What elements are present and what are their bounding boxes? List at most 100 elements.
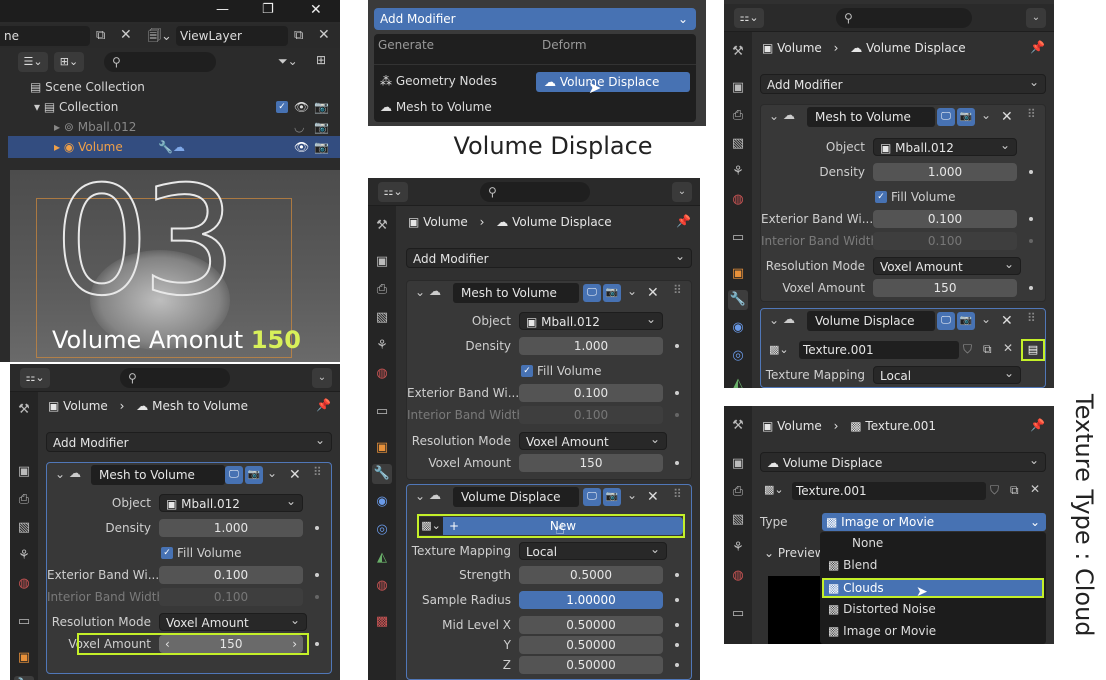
- center-constraints-tab-icon[interactable]: ◭: [372, 548, 392, 568]
- close-window-button[interactable]: ✕: [310, 2, 322, 18]
- center-data-tab-icon[interactable]: ◍: [372, 576, 392, 596]
- center-mtv-viewport-icon[interactable]: 🖵: [583, 284, 601, 302]
- center-object-field[interactable]: ▣ Mball.012: [519, 310, 663, 330]
- add-modifier-dropdown[interactable]: Add Modifier: [46, 430, 332, 452]
- new-collection-icon[interactable]: ⊞: [316, 53, 326, 67]
- right-properties-search[interactable]: ⚲: [836, 8, 972, 28]
- display-mode-button[interactable]: ☰⌄: [18, 52, 48, 72]
- right-density-field[interactable]: 1.000: [873, 163, 1017, 181]
- tex-scene-tab-icon[interactable]: ⚘: [728, 538, 748, 558]
- right-mtv-render-icon[interactable]: 📷: [957, 108, 975, 126]
- right-options-button[interactable]: ⌄: [1026, 8, 1046, 28]
- pin-icon[interactable]: 📌: [316, 398, 331, 412]
- tex-browse-icon[interactable]: ▩⌄: [764, 483, 784, 496]
- scene-name-field[interactable]: ne: [0, 26, 90, 46]
- right-voxel-dot[interactable]: [1029, 286, 1033, 290]
- volume-eye-icon[interactable]: 👁: [294, 136, 309, 158]
- center-resolution-dropdown[interactable]: Voxel Amount: [519, 430, 667, 450]
- center-options-button[interactable]: ⌄: [672, 182, 692, 202]
- texture-mapping-dropdown[interactable]: Local: [519, 540, 667, 560]
- tex-view-layer-tab-icon[interactable]: ▧: [728, 510, 748, 530]
- fill-volume-checkbox[interactable]: ✓: [161, 547, 173, 559]
- center-mtv-name-field[interactable]: Mesh to Volume: [453, 283, 579, 303]
- right-mtv-menu-icon[interactable]: ⌄: [981, 108, 991, 122]
- mid-level-y-field[interactable]: 0.50000: [519, 636, 663, 654]
- properties-search[interactable]: ⚲: [120, 368, 230, 388]
- right-texture-mapping-dropdown[interactable]: Local: [873, 364, 1021, 384]
- vd-viewport-icon[interactable]: 🖵: [583, 488, 601, 506]
- tex-collection-tab-icon[interactable]: ▭: [728, 604, 748, 624]
- maximize-button[interactable]: ❐: [262, 2, 274, 17]
- right-exterior-dot[interactable]: [1029, 217, 1033, 221]
- center-pin-icon[interactable]: 📌: [676, 214, 691, 228]
- right-object-field[interactable]: ▣ Mball.012: [873, 136, 1017, 156]
- center-properties-search[interactable]: ⚲: [480, 182, 590, 202]
- right-render-tab-icon[interactable]: ▣: [728, 78, 748, 98]
- tex-pin-icon[interactable]: 📌: [1030, 418, 1045, 432]
- right-constraints-tab-icon[interactable]: ◭: [728, 374, 748, 388]
- tex-render-tab-icon[interactable]: ▣: [728, 454, 748, 474]
- filter-icon[interactable]: ⏷⌄: [278, 54, 298, 69]
- right-vd-menu-icon[interactable]: ⌄: [981, 312, 991, 326]
- right-texture-name-field[interactable]: Texture.001: [799, 341, 959, 359]
- collapse-icon[interactable]: ⌄: [55, 467, 65, 481]
- voxel-amount-keyframe-dot[interactable]: [315, 642, 319, 646]
- menu-item-volume-displace[interactable]: ☁ Volume Displace: [536, 72, 690, 92]
- right-vd-remove-icon[interactable]: ✕: [1001, 312, 1013, 330]
- tex-duplicate-icon[interactable]: ⧉: [1010, 483, 1019, 498]
- center-output-tab-icon[interactable]: ⎙: [372, 280, 392, 300]
- right-object-tab-icon[interactable]: ▣: [728, 264, 748, 284]
- right-tool-tab-icon[interactable]: ⚒: [728, 42, 748, 62]
- vd-render-icon[interactable]: 📷: [603, 488, 621, 506]
- type-option-none[interactable]: None: [852, 536, 883, 550]
- object-tab-icon[interactable]: ▣: [14, 648, 34, 668]
- right-mtv-viewport-icon[interactable]: 🖵: [937, 108, 955, 126]
- fake-user-shield-icon[interactable]: ⛉: [963, 342, 972, 357]
- volume-camera-icon[interactable]: 📷: [314, 136, 329, 158]
- type-option-image-or-movie[interactable]: ▩ Image or Movie: [828, 624, 936, 638]
- type-dropdown[interactable]: ▩ Image or Movie ⌄: [822, 513, 1046, 531]
- delete-scene-icon[interactable]: ✕: [120, 27, 132, 43]
- duplicate-scene-icon[interactable]: ⧉: [96, 28, 105, 43]
- right-physics-tab-icon[interactable]: ◎: [728, 346, 748, 366]
- center-collection-tab-icon[interactable]: ▭: [372, 402, 392, 422]
- center-mtv-render-icon[interactable]: 📷: [603, 284, 621, 302]
- right-collection-tab-icon[interactable]: ▭: [728, 228, 748, 248]
- sample-radius-dot[interactable]: [675, 598, 679, 602]
- vd-collapse-icon[interactable]: ⌄: [415, 489, 425, 503]
- right-voxel-field[interactable]: 150: [873, 279, 1017, 297]
- vd-remove-icon[interactable]: ✕: [647, 488, 659, 506]
- collection-tab-icon[interactable]: ▭: [14, 612, 34, 632]
- hidden-eye-icon[interactable]: ◡: [294, 116, 304, 138]
- right-particles-tab-icon[interactable]: ◉: [728, 318, 748, 338]
- mid-level-z-field[interactable]: 0.50000: [519, 656, 663, 674]
- exterior-band-field[interactable]: 0.100: [159, 566, 303, 584]
- view-layer-icon[interactable]: 🗐⌄: [148, 27, 172, 49]
- right-vd-render-icon[interactable]: 📷: [957, 312, 975, 330]
- eye-icon[interactable]: 👁: [294, 96, 309, 118]
- right-view-layer-tab-icon[interactable]: ▧: [728, 134, 748, 154]
- type-option-distorted-noise[interactable]: ▩ Distorted Noise: [828, 602, 936, 616]
- tool-tab-icon[interactable]: ⚒: [14, 400, 34, 420]
- density-field[interactable]: 1.000: [159, 519, 303, 537]
- right-modifier-tab-icon[interactable]: 🔧: [728, 290, 748, 310]
- type-option-blend[interactable]: ▩ Blend: [828, 558, 877, 572]
- tex-name-field[interactable]: Texture.001: [792, 482, 986, 500]
- right-density-dot[interactable]: [1029, 170, 1033, 174]
- right-fill-volume-checkbox[interactable]: ✓: [875, 191, 887, 203]
- render-tab-icon[interactable]: ▣: [14, 462, 34, 482]
- scene-tab-icon[interactable]: ⚘: [14, 546, 34, 566]
- center-render-tab-icon[interactable]: ▣: [372, 252, 392, 272]
- right-pin-icon[interactable]: 📌: [1030, 40, 1045, 54]
- center-voxel-dot[interactable]: [675, 461, 679, 465]
- center-object-tab-icon[interactable]: ▣: [372, 438, 392, 458]
- duplicate-view-layer-icon[interactable]: ⧉: [294, 28, 303, 43]
- menu-item-mesh-to-volume[interactable]: ☁ Mesh to Volume: [380, 100, 492, 114]
- show-viewport-icon[interactable]: 🖵: [225, 466, 243, 484]
- resolution-mode-dropdown[interactable]: Voxel Amount: [159, 611, 307, 631]
- tex-unlink-icon[interactable]: ✕: [1030, 482, 1040, 496]
- center-mtv-menu-icon[interactable]: ⌄: [627, 284, 637, 298]
- modifier-menu-icon[interactable]: ⌄: [267, 466, 277, 480]
- outliner-search[interactable]: ⚲: [104, 52, 216, 72]
- world-tab-icon[interactable]: ◍: [14, 574, 34, 594]
